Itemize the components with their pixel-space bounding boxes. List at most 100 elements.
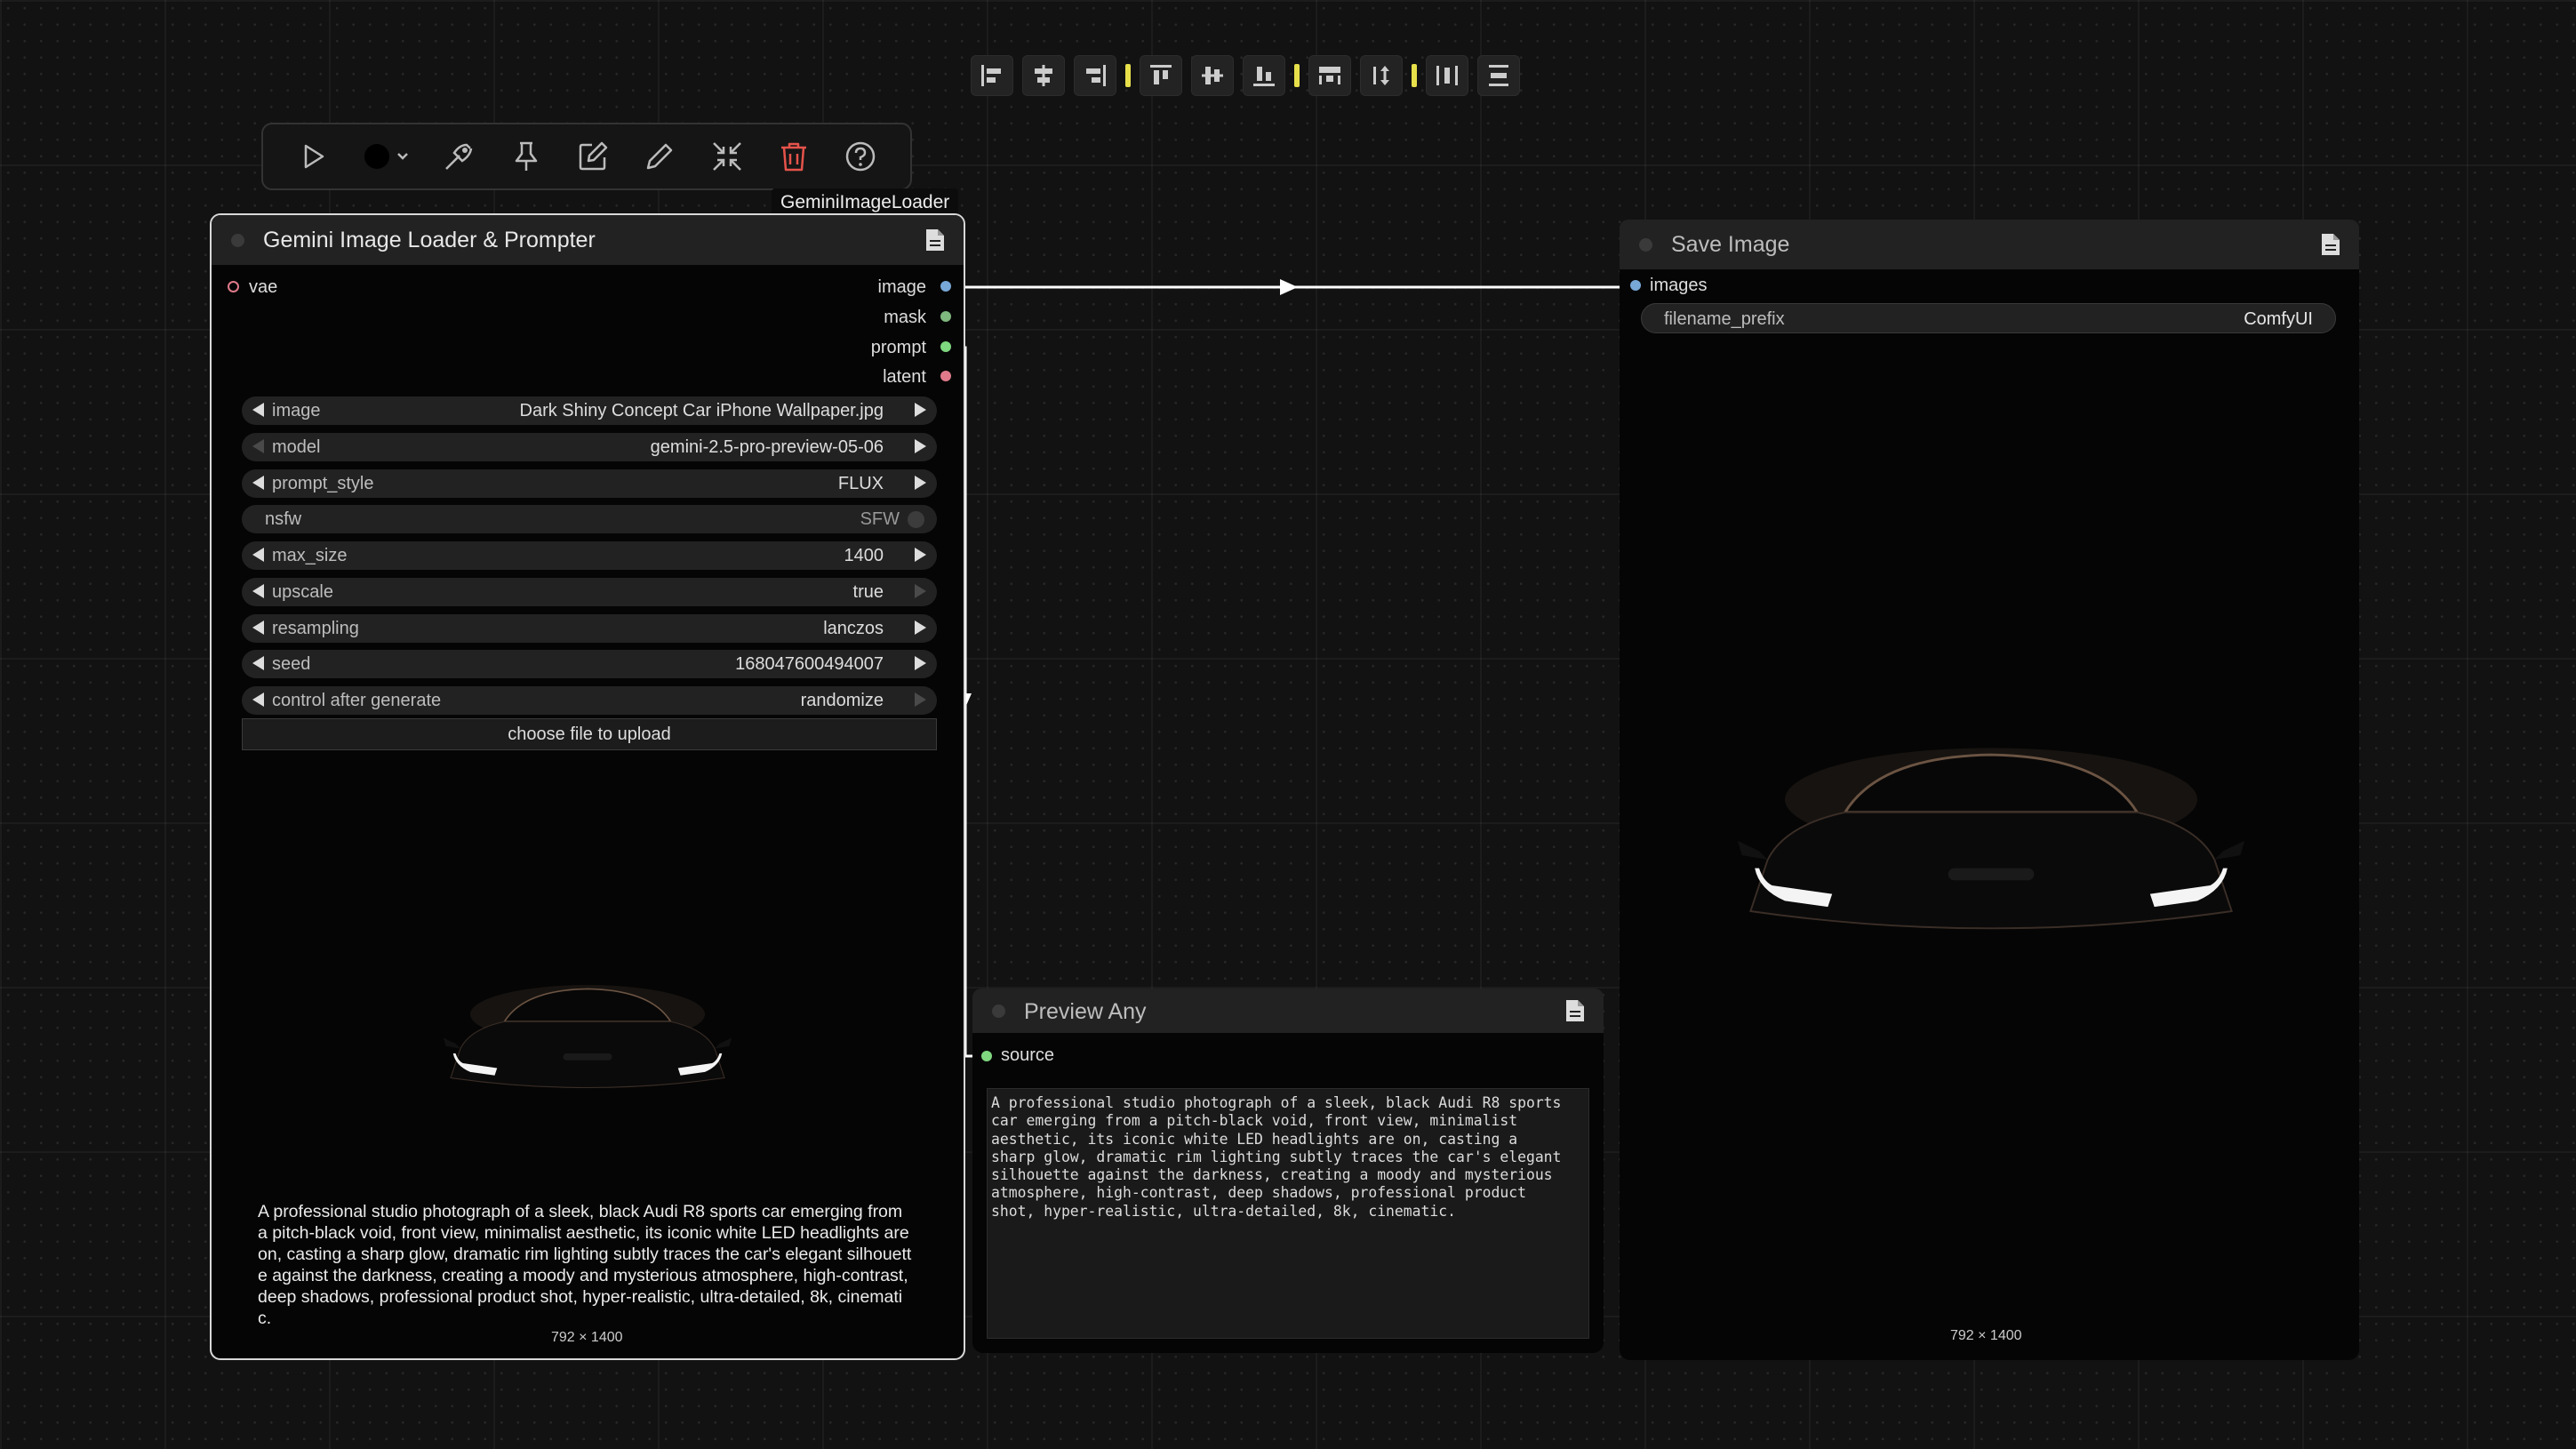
widget-value: gemini-2.5-pro-preview-05-06	[650, 437, 884, 457]
widget-model[interactable]: model gemini-2.5-pro-preview-05-06	[242, 433, 937, 461]
slot-dot-source[interactable]	[981, 1051, 992, 1061]
widget-upscale[interactable]: upscale true	[242, 578, 937, 606]
distribute-width-icon[interactable]	[1426, 55, 1468, 96]
bypass-icon[interactable]	[434, 132, 484, 181]
increment-arrow-icon[interactable]	[915, 692, 926, 707]
widget-value: lanczos	[823, 619, 884, 638]
decrement-arrow-icon[interactable]	[252, 476, 264, 490]
widget-label: upscale	[272, 582, 333, 602]
trash-icon[interactable]	[769, 132, 819, 181]
increment-arrow-icon[interactable]	[915, 403, 926, 417]
filename-prefix-field[interactable]: filename_prefix ComfyUI	[1641, 303, 2336, 333]
increment-arrow-icon[interactable]	[915, 620, 926, 635]
slot-dot-mask[interactable]	[940, 311, 951, 322]
saved-car-image	[1733, 731, 2249, 989]
increment-arrow-icon[interactable]	[915, 476, 926, 490]
play-icon[interactable]	[288, 132, 338, 181]
node-title: Preview Any	[1024, 999, 1147, 1024]
car-image-preview	[441, 971, 734, 1126]
node-header[interactable]: Preview Any	[972, 989, 1604, 1033]
widget-image[interactable]: image Dark Shiny Concept Car iPhone Wall…	[242, 396, 937, 425]
toggle-knob[interactable]	[908, 511, 924, 528]
widget-nsfw-toggle[interactable]: nsfw SFW	[242, 505, 937, 533]
collapse-dot[interactable]	[992, 1005, 1005, 1018]
collapse-dot[interactable]	[231, 234, 244, 247]
slot-dot-images[interactable]	[1630, 280, 1641, 291]
widget-value: FLUX	[837, 474, 884, 493]
increment-arrow-icon[interactable]	[915, 584, 926, 598]
preview-text-area[interactable]: A professional studio photograph of a sl…	[987, 1088, 1589, 1339]
distribute-vertical-icon[interactable]	[1360, 55, 1403, 96]
widget-value: ComfyUI	[2244, 309, 2313, 329]
widget-seed[interactable]: seed 168047600494007	[242, 650, 937, 678]
widget-max-size[interactable]: max_size 1400	[242, 541, 937, 570]
widget-label: control after generate	[272, 691, 442, 710]
toolbar-separator	[1412, 64, 1417, 87]
output-slot-mask: mask	[884, 308, 926, 327]
distribute-height-icon[interactable]	[1477, 55, 1520, 96]
slot-dot-prompt[interactable]	[940, 341, 951, 352]
widget-prompt-style[interactable]: prompt_style FLUX	[242, 469, 937, 498]
document-icon[interactable]	[1564, 998, 1586, 1028]
decrement-arrow-icon[interactable]	[252, 584, 264, 598]
collapse-icon[interactable]	[702, 132, 752, 181]
widget-value: 1400	[844, 546, 884, 565]
align-top-icon[interactable]	[1140, 55, 1182, 96]
input-slot-vae: vae	[249, 277, 278, 297]
align-center-horizontal-icon[interactable]	[1022, 55, 1065, 96]
decrement-arrow-icon[interactable]	[252, 403, 264, 417]
color-picker-icon[interactable]	[355, 132, 417, 181]
decrement-arrow-icon[interactable]	[252, 692, 264, 707]
gemini-image-loader-node[interactable]: Gemini Image Loader & Prompter vae image…	[210, 213, 965, 1360]
decrement-arrow-icon[interactable]	[252, 656, 264, 670]
widget-value: true	[852, 582, 884, 602]
distribute-horizontal-icon[interactable]	[1308, 55, 1351, 96]
slot-dot-image[interactable]	[940, 281, 951, 292]
pin-icon[interactable]	[501, 132, 551, 181]
align-right-icon[interactable]	[1074, 55, 1116, 96]
align-center-vertical-icon[interactable]	[1191, 55, 1234, 96]
edit-icon[interactable]	[568, 132, 618, 181]
increment-arrow-icon[interactable]	[915, 656, 926, 670]
decrement-arrow-icon[interactable]	[252, 439, 264, 453]
node-header[interactable]: Save Image	[1620, 220, 2359, 269]
pencil-icon[interactable]	[635, 132, 684, 181]
widget-label: filename_prefix	[1664, 309, 1785, 329]
slot-dot-latent[interactable]	[940, 371, 951, 381]
align-toolbar	[971, 55, 1520, 96]
align-bottom-icon[interactable]	[1243, 55, 1285, 96]
output-slot-image: image	[877, 277, 926, 297]
node-title: Gemini Image Loader & Prompter	[263, 228, 596, 252]
image-dimensions: 792 × 1400	[1950, 1328, 2022, 1343]
collapse-dot[interactable]	[1639, 238, 1652, 252]
align-left-icon[interactable]	[971, 55, 1013, 96]
document-icon[interactable]	[924, 228, 946, 257]
generated-prompt-text: A professional studio photograph of a sl…	[258, 1202, 912, 1328]
widget-control-after-generate[interactable]: control after generate randomize	[242, 686, 937, 715]
document-icon[interactable]	[2320, 232, 2341, 261]
increment-arrow-icon[interactable]	[915, 439, 926, 453]
help-icon[interactable]	[836, 132, 885, 181]
widget-value: Dark Shiny Concept Car iPhone Wallpaper.…	[519, 401, 884, 420]
save-image-node[interactable]: Save Image images filename_prefix ComfyU…	[1620, 220, 2359, 1360]
widget-label: prompt_style	[272, 474, 374, 493]
widget-resampling[interactable]: resampling lanczos	[242, 614, 937, 643]
node-header[interactable]: Gemini Image Loader & Prompter	[212, 215, 964, 265]
preview-any-node[interactable]: Preview Any source A professional studio…	[972, 989, 1604, 1353]
widget-label: image	[272, 401, 321, 420]
decrement-arrow-icon[interactable]	[252, 548, 264, 562]
widget-value: 168047600494007	[735, 654, 884, 674]
increment-arrow-icon[interactable]	[915, 548, 926, 562]
input-slot-source: source	[1001, 1045, 1055, 1065]
upload-file-button[interactable]: choose file to upload	[242, 718, 937, 750]
input-slot-images: images	[1650, 276, 1708, 295]
widget-label: max_size	[272, 546, 348, 565]
widget-value: randomize	[800, 691, 884, 710]
widget-label: nsfw	[265, 509, 302, 529]
widget-value: SFW	[860, 509, 900, 529]
decrement-arrow-icon[interactable]	[252, 620, 264, 635]
widget-label: resampling	[272, 619, 359, 638]
toolbar-separator	[1294, 64, 1300, 87]
slot-dot-vae[interactable]	[228, 281, 239, 292]
output-slot-prompt: prompt	[870, 338, 926, 357]
